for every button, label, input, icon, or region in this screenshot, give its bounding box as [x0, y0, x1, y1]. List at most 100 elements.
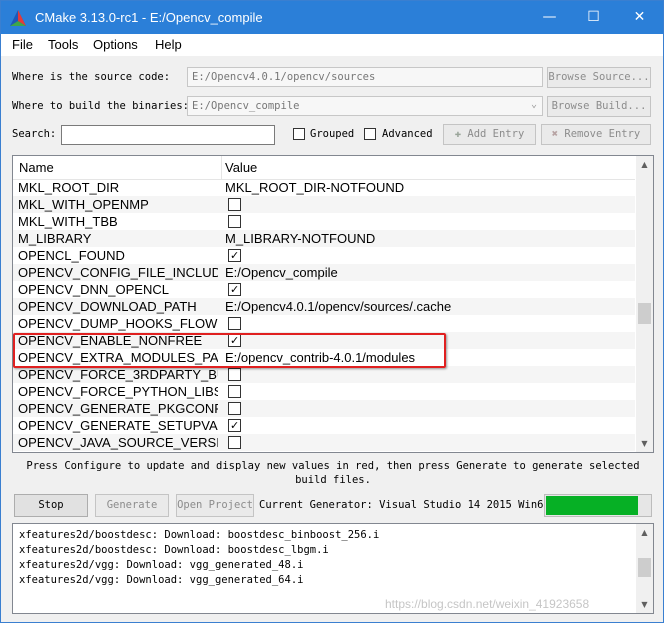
minimize-button[interactable]: — [527, 1, 572, 34]
add-entry-button[interactable]: ✚ Add Entry [443, 124, 536, 145]
row-name: OPENCV_DUMP_HOOKS_FLOW [18, 316, 218, 331]
row-name: OPENCV_DNN_OPENCL [18, 282, 169, 297]
grouped-checkbox[interactable] [293, 128, 305, 140]
add-entry-label: Add Entry [467, 128, 525, 140]
remove-entry-button[interactable]: ✖ Remove Entry [541, 124, 651, 145]
table-row[interactable]: OPENCV_GENERATE_SETUPVARS ✓ [13, 417, 635, 434]
row-name: MKL_WITH_OPENMP [18, 197, 149, 212]
value-checkbox[interactable] [228, 368, 241, 381]
grouped-label: Grouped [310, 128, 355, 140]
log-scroll-up-icon[interactable]: ▲ [636, 524, 653, 541]
search-label: Search: [12, 128, 57, 140]
value-checkbox[interactable] [228, 317, 241, 330]
source-label: Where is the source code: [12, 71, 171, 83]
row-name: OPENCV_GENERATE_PKGCONFIG [18, 401, 218, 416]
log-scrollbar[interactable]: ▲ ▼ [636, 524, 653, 613]
chevron-down-icon[interactable]: ⌄ [531, 98, 537, 112]
open-project-button[interactable]: Open Project [176, 494, 254, 517]
close-button[interactable]: ✕ [617, 1, 662, 34]
table-header: Name Value [13, 156, 635, 180]
table-row[interactable]: MKL_ROOT_DIR MKL_ROOT_DIR-NOTFOUND [13, 179, 635, 196]
browse-source-button[interactable]: Browse Source... [547, 67, 651, 88]
row-name: MKL_ROOT_DIR [18, 180, 120, 195]
table-row[interactable]: OPENCV_DOWNLOAD_PATH E:/Opencv4.0.1/openc… [13, 298, 635, 315]
checkmark-icon: ✓ [230, 250, 240, 262]
value-checkbox[interactable]: ✓ [228, 283, 241, 296]
row-name: OPENCV_FORCE_3RDPARTY_BUILD [18, 367, 218, 382]
advanced-checkbox[interactable] [364, 128, 376, 140]
row-name: OPENCV_JAVA_SOURCE_VERSION [18, 435, 218, 450]
log-line: xfeatures2d/vgg: Download: vgg_generated… [19, 574, 304, 586]
cmake-logo-icon [10, 10, 26, 26]
advanced-label: Advanced [382, 128, 433, 140]
value-checkbox[interactable] [228, 402, 241, 415]
configure-hint: Press Configure to update and display ne… [26, 460, 640, 486]
build-label: Where to build the binaries: [12, 100, 190, 112]
current-generator: Current Generator: Visual Studio 14 2015… [259, 499, 550, 511]
value-checkbox[interactable] [228, 385, 241, 398]
header-name[interactable]: Name [19, 160, 54, 175]
row-name: OPENCV_FORCE_PYTHON_LIBS [18, 384, 218, 399]
row-name: OPENCV_DOWNLOAD_PATH [18, 299, 197, 314]
row-name: OPENCV_CONFIG_FILE_INCLUDE_DIR [18, 265, 218, 280]
watermark: https://blog.csdn.net/weixin_41923658 [385, 597, 590, 611]
log-scroll-down-icon[interactable]: ▼ [636, 596, 653, 613]
scroll-up-icon[interactable]: ▲ [636, 156, 653, 173]
scroll-down-icon[interactable]: ▼ [636, 435, 653, 452]
row-value[interactable]: MKL_ROOT_DIR-NOTFOUND [225, 179, 404, 196]
header-divider [221, 156, 222, 179]
table-row[interactable]: MKL_WITH_OPENMP [13, 196, 635, 213]
remove-entry-label: Remove Entry [564, 128, 641, 140]
build-path-combo[interactable]: E:/Opencv_compile ⌄ [187, 96, 543, 116]
table-row[interactable]: OPENCV_JAVA_SOURCE_VERSION [13, 434, 635, 451]
search-input[interactable] [61, 125, 275, 145]
log-scroll-thumb[interactable] [638, 558, 651, 577]
table-row[interactable]: OPENCV_FORCE_PYTHON_LIBS [13, 383, 635, 400]
table-row[interactable]: OPENCV_DUMP_HOOKS_FLOW [13, 315, 635, 332]
table-scrollbar[interactable]: ▲ ▼ [636, 156, 653, 452]
highlight-annotation [13, 333, 446, 368]
row-value[interactable]: M_LIBRARY-NOTFOUND [225, 230, 375, 247]
log-line: xfeatures2d/boostdesc: Download: boostde… [19, 544, 329, 556]
row-name: OPENCV_GENERATE_SETUPVARS [18, 418, 218, 433]
log-line: xfeatures2d/vgg: Download: vgg_generated… [19, 559, 304, 571]
table-row[interactable]: OPENCV_FORCE_3RDPARTY_BUILD [13, 366, 635, 383]
plus-icon: ✚ [454, 128, 462, 140]
generate-button[interactable]: Generate [95, 494, 169, 517]
progress-fill [546, 496, 638, 515]
maximize-button[interactable]: ☐ [571, 1, 616, 34]
value-checkbox[interactable] [228, 215, 241, 228]
header-value[interactable]: Value [225, 160, 257, 175]
value-checkbox[interactable] [228, 198, 241, 211]
menu-bar: File Tools Options Help [1, 34, 663, 56]
scroll-thumb[interactable] [638, 303, 651, 324]
log-line: xfeatures2d/boostdesc: Download: boostde… [19, 529, 380, 541]
table-row[interactable]: MKL_WITH_TBB [13, 213, 635, 230]
menu-tools[interactable]: Tools [48, 37, 78, 52]
row-value[interactable]: E:/Opencv_compile [225, 264, 338, 281]
table-row[interactable]: OPENCL_FOUND ✓ [13, 247, 635, 264]
browse-build-button[interactable]: Browse Build... [547, 96, 651, 117]
stop-button[interactable]: Stop [14, 494, 88, 517]
cmake-window: CMake 3.13.0-rc1 - E:/Opencv_compile — ☐… [0, 0, 664, 623]
table-row[interactable]: OPENCV_DNN_OPENCL ✓ [13, 281, 635, 298]
table-row[interactable]: OPENCV_GENERATE_PKGCONFIG [13, 400, 635, 417]
source-path-field[interactable]: E:/Opencv4.0.1/opencv/sources [187, 67, 543, 87]
build-path-value: E:/Opencv_compile [192, 100, 300, 112]
row-name: OPENCL_FOUND [18, 248, 125, 263]
title-bar[interactable]: CMake 3.13.0-rc1 - E:/Opencv_compile — ☐… [1, 1, 663, 34]
cache-table: Name Value MKL_ROOT_DIR MKL_ROOT_DIR-NOTF… [12, 155, 654, 453]
row-name: M_LIBRARY [18, 231, 92, 246]
table-row[interactable]: OPENCV_CONFIG_FILE_INCLUDE_DIR E:/Opencv_… [13, 264, 635, 281]
menu-help[interactable]: Help [155, 37, 182, 52]
row-value[interactable]: E:/Opencv4.0.1/opencv/sources/.cache [225, 298, 451, 315]
menu-options[interactable]: Options [93, 37, 138, 52]
window-title: CMake 3.13.0-rc1 - E:/Opencv_compile [35, 10, 263, 25]
checkmark-icon: ✓ [230, 284, 240, 296]
value-checkbox[interactable] [228, 436, 241, 449]
progress-bar [544, 494, 652, 517]
table-row[interactable]: M_LIBRARY M_LIBRARY-NOTFOUND [13, 230, 635, 247]
value-checkbox[interactable]: ✓ [228, 419, 241, 432]
menu-file[interactable]: File [12, 37, 33, 52]
value-checkbox[interactable]: ✓ [228, 249, 241, 262]
